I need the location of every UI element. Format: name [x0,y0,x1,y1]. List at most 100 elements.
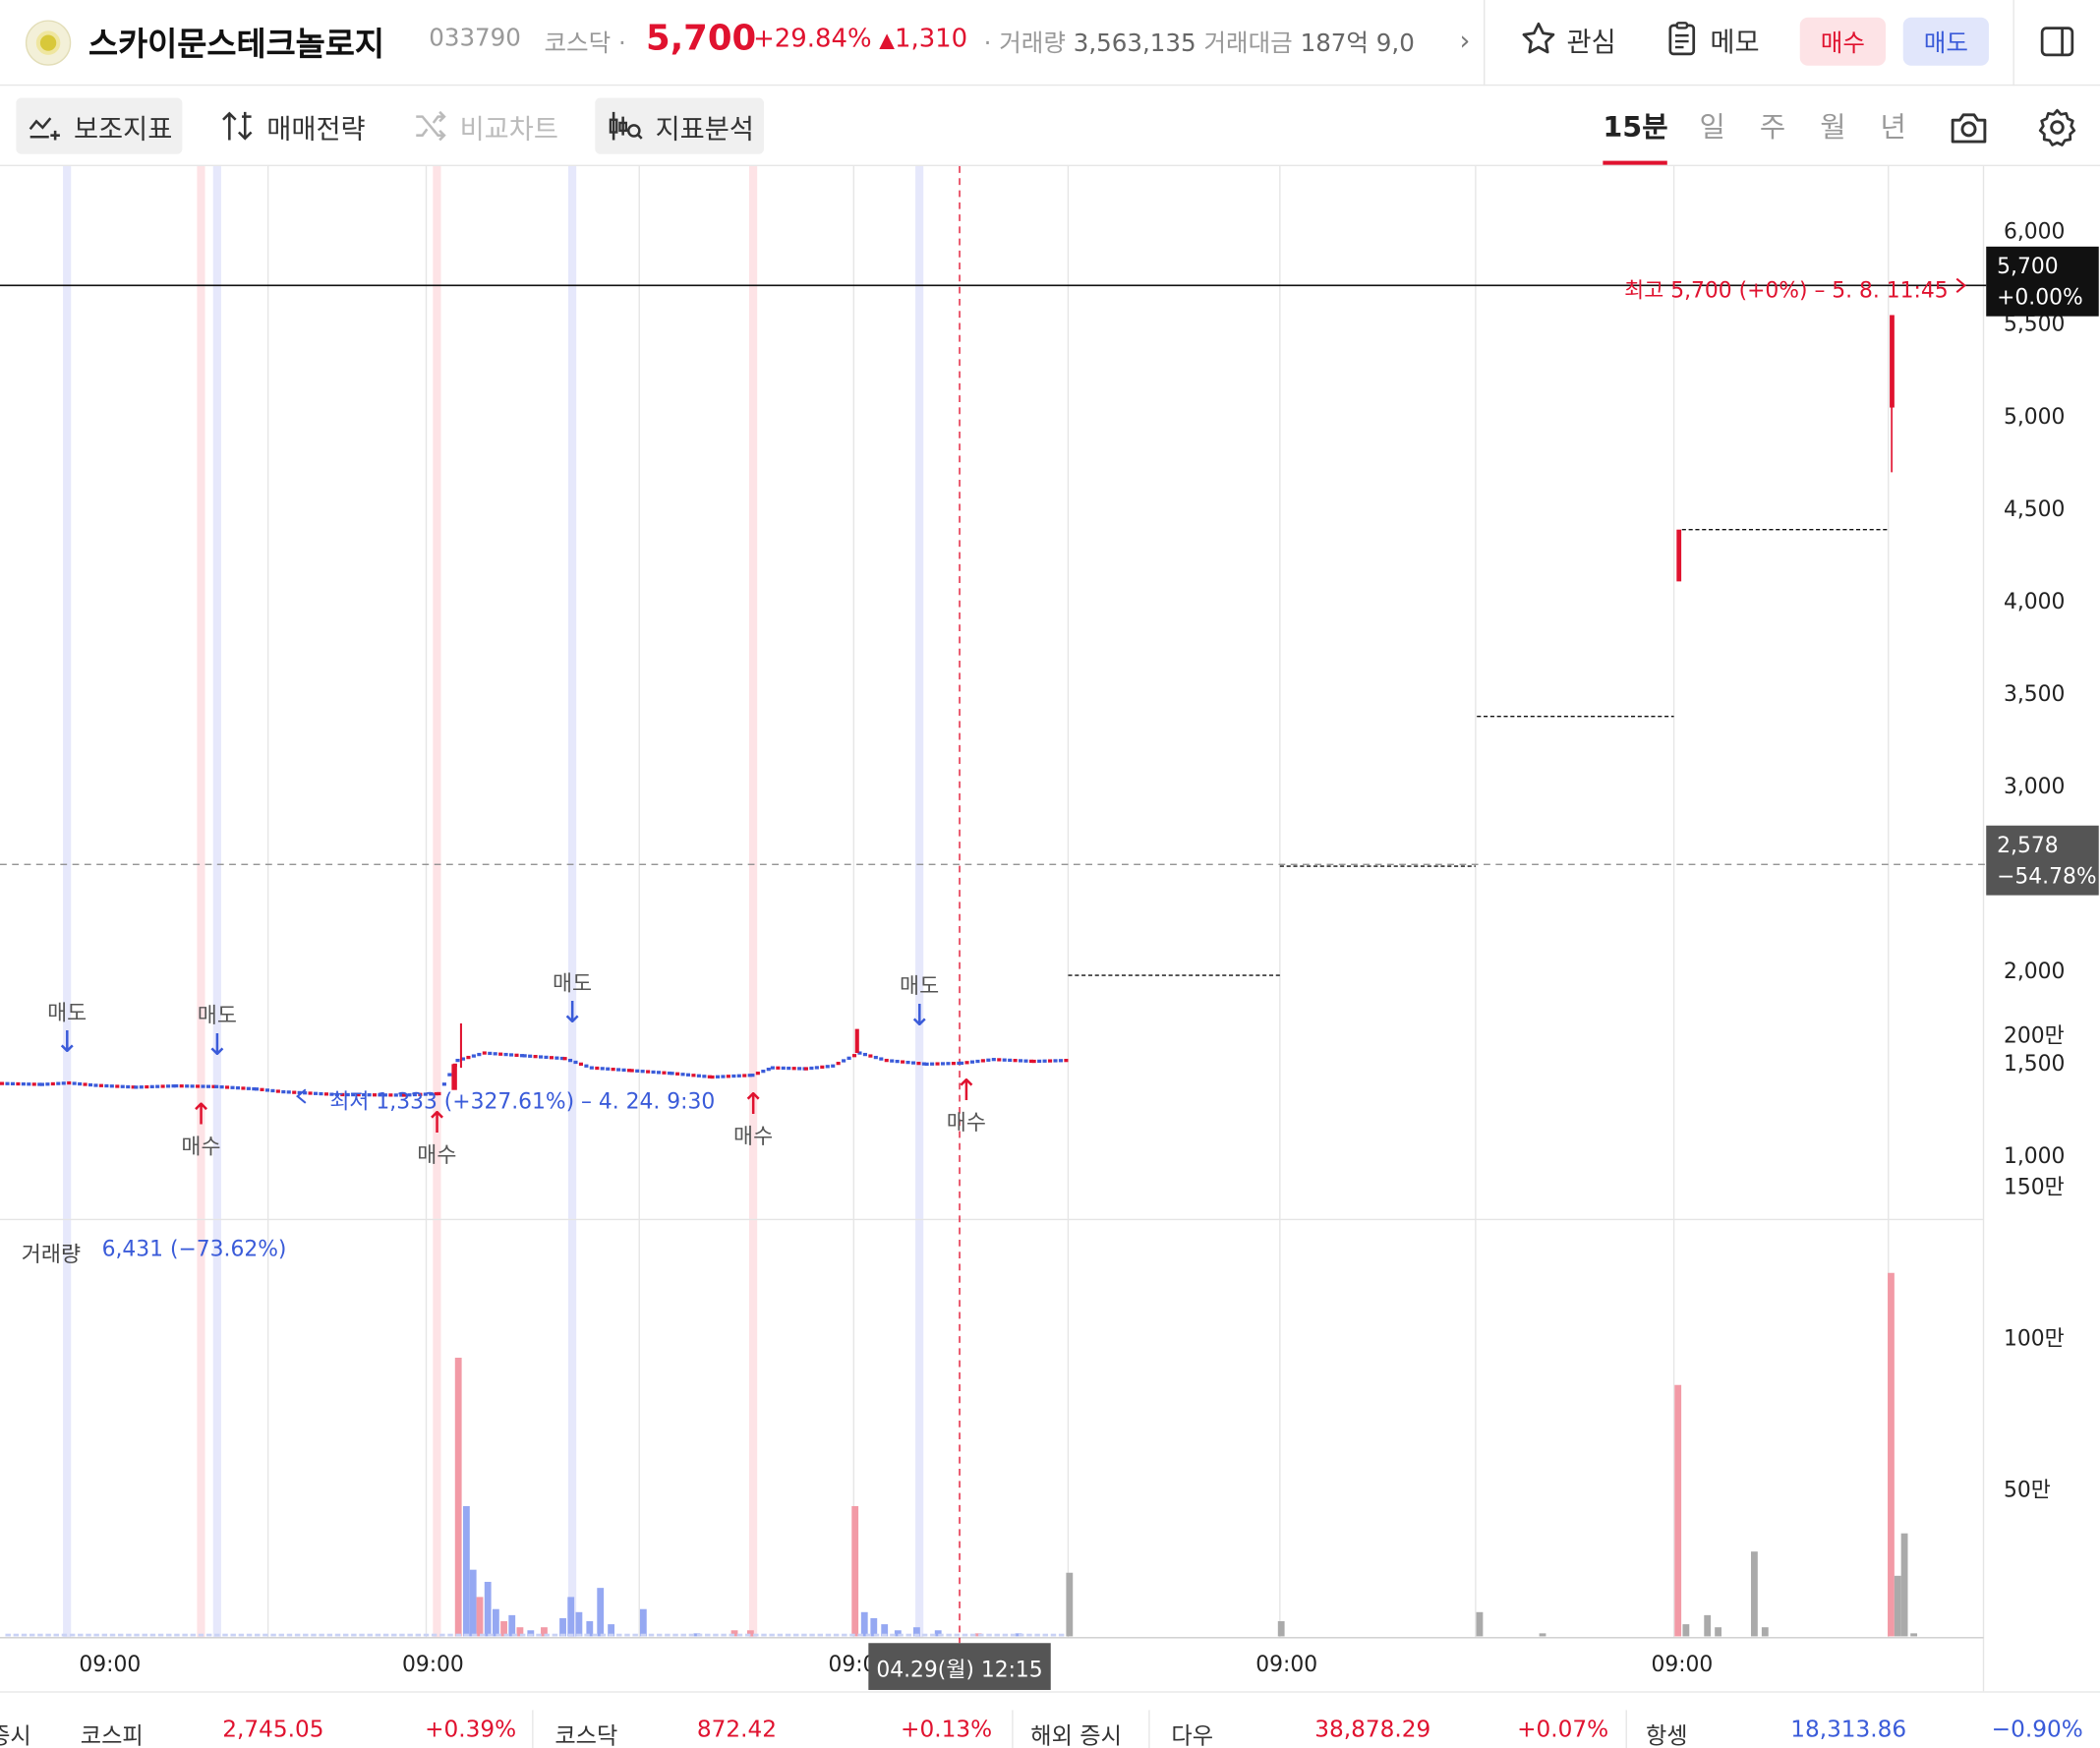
analysis-button[interactable]: 지표분석 [595,97,764,154]
volume-bar [1539,1633,1546,1637]
chevron-right-icon[interactable]: › [1460,25,1471,57]
volume-bar [182,1633,188,1637]
y-tick: 6,000 [2003,218,2066,245]
volume-bar [476,1597,484,1637]
candle [846,1056,851,1060]
sell-button[interactable]: 매도 [1902,17,1989,66]
sell-signal[interactable]: 매도 ↓ [546,970,600,1032]
kosdaq-label[interactable]: 코스닥 [554,1717,617,1748]
period-month[interactable]: 월 [1820,106,1845,146]
candle [528,1054,533,1058]
volume-bar [303,1633,309,1637]
candle [319,1091,323,1096]
candle [578,1062,583,1067]
volume-bar [391,1633,397,1637]
candle [964,1061,969,1065]
candle [45,1082,50,1086]
volume-bar [1715,1627,1722,1637]
volume-bar [78,1633,84,1637]
volume-bar [769,1633,775,1637]
volume-bar [1894,1575,1901,1637]
volume-bar [785,1633,791,1637]
candle [83,1082,88,1086]
volume-bar [857,1633,863,1637]
candle [196,1084,201,1088]
volume-bar [825,1633,832,1637]
volume-bar [736,1633,743,1637]
candle [916,1061,921,1066]
buy-button[interactable]: 매수 [1799,17,1886,66]
candle [640,1070,645,1074]
sell-signal[interactable]: 매도 ↓ [40,1000,94,1062]
candle [31,1082,36,1086]
candle [997,1058,1002,1062]
buy-signal[interactable]: ↑ 매수 [410,1107,464,1169]
period-week[interactable]: 주 [1760,106,1785,146]
candle [809,1066,814,1071]
stock-name[interactable]: 스카이문스테크놀로지 [88,18,384,65]
y-tick: 4,000 [2003,588,2066,614]
candle [814,1066,819,1070]
indicator-analysis-icon [609,111,643,141]
volume-bar [222,1633,228,1637]
camera-icon[interactable] [1948,106,1991,154]
y-tick: 5,000 [2003,403,2066,430]
candle [969,1060,975,1064]
strategy-button[interactable]: 매매전략 [209,98,376,154]
period-day[interactable]: 일 [1700,106,1725,146]
candle [879,1057,884,1061]
memo-button[interactable]: 메모 [1662,19,1760,59]
volume-bar [616,1633,622,1637]
volume-bar [865,1633,872,1637]
candle [78,1081,83,1086]
candle [88,1082,93,1087]
volume-bar [382,1633,389,1637]
settings-icon[interactable] [2036,106,2079,154]
period-15min[interactable]: 15분 [1603,106,1667,146]
hangseng-label[interactable]: 항셍 [1646,1717,1688,1748]
buy-signal[interactable]: ↑ 매수 [174,1099,228,1161]
volume-bar [262,1633,268,1637]
dow-label[interactable]: 다우 [1171,1717,1213,1748]
period-year[interactable]: 년 [1881,106,1906,146]
candle [656,1071,662,1075]
sell-signal[interactable]: 매도 ↓ [191,1003,245,1065]
indicator-chart-icon [29,117,60,141]
kospi-label[interactable]: 코스피 [81,1717,144,1748]
volume-bar [870,1617,878,1637]
candle [126,1084,131,1089]
volume-bar [761,1633,767,1637]
price-chart[interactable] [0,166,2100,1692]
candle [731,1074,736,1078]
hangseng-change: −0.90% [1991,1717,2083,1744]
sell-signal[interactable]: 매도 ↓ [893,973,947,1035]
volume-bar [567,1597,575,1637]
buy-signal[interactable]: ↑ 매수 [727,1088,781,1150]
candle [910,1061,916,1065]
favorite-button[interactable]: 관심 [1518,19,1616,59]
candle [1008,1058,1013,1063]
volume-bar [5,1633,11,1637]
candle [1037,1059,1042,1064]
volume-bar [278,1633,284,1637]
volume-bar [648,1633,655,1637]
volume-bar [488,1633,494,1637]
volume-tick: 200만 [2003,1022,2065,1049]
indicators-button[interactable]: 보조지표 [16,97,182,154]
volume-bar [851,1505,859,1637]
candle [1053,1059,1058,1063]
volume-bar [905,1633,911,1637]
volume-bar [913,1633,920,1637]
sidebar-toggle-icon[interactable] [2037,22,2077,67]
candle [980,1059,985,1063]
volume-bar [238,1633,245,1637]
y-tick: 2,000 [2003,958,2066,984]
memo-icon [1668,22,1696,56]
up-arrow-icon: ▲ [879,28,895,53]
compare-button[interactable]: 비교차트 [402,98,568,154]
buy-signal[interactable]: ↑ 매수 [940,1075,994,1136]
candle [851,1054,857,1058]
volume-bar [230,1633,236,1637]
candle [662,1071,667,1075]
x-tick: 09:00 [401,1651,464,1677]
